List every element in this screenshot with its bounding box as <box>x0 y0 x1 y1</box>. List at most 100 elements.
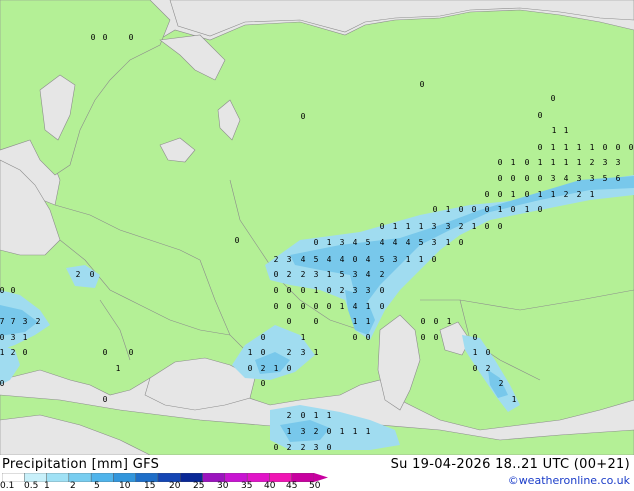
precip-value-label: 4 <box>366 270 371 279</box>
precip-value-label: 0 <box>603 143 608 152</box>
precip-value-label: 0 <box>380 286 385 295</box>
precip-value-label: 0 <box>538 143 543 152</box>
precip-value-label: 0 <box>459 205 464 214</box>
precip-value-label: 3 <box>314 443 319 452</box>
precip-value-label: 1 <box>287 427 292 436</box>
precip-value-label: 2 <box>301 443 306 452</box>
precip-value-label: 0 <box>274 270 279 279</box>
precip-value-label: 0 <box>0 333 5 342</box>
precip-value-label: 1 <box>551 143 556 152</box>
precip-value-label: 5 <box>314 255 319 264</box>
precip-value-label: 1 <box>551 190 556 199</box>
precip-value-label: 0 <box>538 111 543 120</box>
precip-value-label: 3 <box>551 174 556 183</box>
precip-value-label: 0 <box>485 205 490 214</box>
valid-time: Su 19-04-2026 18..21 UTC (00+21) <box>390 457 630 472</box>
precip-value-label: 0 <box>103 348 108 357</box>
precip-value-label: 0 <box>616 143 621 152</box>
precip-value-label: 2 <box>380 270 385 279</box>
precip-value-label: 1 <box>366 427 371 436</box>
precip-value-label: 0 <box>498 222 503 231</box>
precip-value-label: 0 <box>287 302 292 311</box>
precip-value-label: 5 <box>380 255 385 264</box>
precip-value-label: 1 <box>0 348 5 357</box>
precip-value-label: 0 <box>433 205 438 214</box>
precip-value-label: 0 <box>434 317 439 326</box>
precip-value-label: 0 <box>459 238 464 247</box>
precip-value-label: 1 <box>366 302 371 311</box>
precip-value-label: 3 <box>432 238 437 247</box>
precip-value-label: 0 <box>235 236 240 245</box>
precip-value-label: 1 <box>577 158 582 167</box>
footer-bar: Precipitation [mm] GFS Su 19-04-2026 18.… <box>0 455 634 491</box>
precip-value-label: 1 <box>314 411 319 420</box>
precip-value-label: 1 <box>248 348 253 357</box>
precip-value-label: 0 <box>380 302 385 311</box>
precip-value-label: 1 <box>473 348 478 357</box>
precip-value-label: 7 <box>0 317 5 326</box>
precip-value-label: 0 <box>248 364 253 373</box>
precip-value-label: 2 <box>36 317 41 326</box>
precip-value-label: 0 <box>103 395 108 404</box>
precip-value-label: 1 <box>446 238 451 247</box>
precip-value-label: 1 <box>564 126 569 135</box>
precip-value-label: 1 <box>406 255 411 264</box>
precip-value-label: 0 <box>301 286 306 295</box>
precip-value-label: 0 <box>90 270 95 279</box>
precip-value-label: 1 <box>23 333 28 342</box>
precip-value-label: 1 <box>419 222 424 231</box>
precip-value-label: 2 <box>76 270 81 279</box>
precip-value-label: 4 <box>340 255 345 264</box>
precip-value-label: 1 <box>301 333 306 342</box>
precip-value-label: 2 <box>340 286 345 295</box>
precip-value-label: 2 <box>11 348 16 357</box>
precip-value-label: 2 <box>301 270 306 279</box>
precip-value-label: 1 <box>564 158 569 167</box>
precip-value-label: 0 <box>380 222 385 231</box>
precip-value-label: 1 <box>551 158 556 167</box>
precip-value-label: 0 <box>314 317 319 326</box>
precip-value-label: 4 <box>353 238 358 247</box>
product-title: Precipitation [mm] GFS <box>2 457 160 472</box>
precip-value-label: 1 <box>525 205 530 214</box>
precip-value-label: 0 <box>327 302 332 311</box>
precip-value-label: 1 <box>314 348 319 357</box>
precip-value-label: 4 <box>380 238 385 247</box>
precip-value-label: 0 <box>274 286 279 295</box>
precip-value-label: 1 <box>538 190 543 199</box>
precip-value-label: 0 <box>91 33 96 42</box>
legend-swatch <box>46 473 70 482</box>
precip-value-label: 0 <box>314 302 319 311</box>
precip-value-label: 1 <box>511 158 516 167</box>
precip-value-label: 0 <box>11 286 16 295</box>
precip-value-label: 0 <box>421 333 426 342</box>
precip-value-label: 3 <box>393 255 398 264</box>
precip-value-label: 0 <box>473 333 478 342</box>
precip-value-label: 1 <box>406 222 411 231</box>
precip-value-label: 3 <box>446 222 451 231</box>
precip-value-label: 0 <box>353 255 358 264</box>
precip-value-label: 2 <box>564 190 569 199</box>
precipitation-map: 0 0 000001 10 1 1 1 1 0 0 00 1 0 1 1 1 1 2 3 30 0 0 0 3 4 3 3 5 60 0 1… <box>0 0 634 455</box>
precip-value-label: 2 <box>459 222 464 231</box>
precip-value-label: 4 <box>406 238 411 247</box>
precip-value-label: 1 <box>538 158 543 167</box>
precip-value-label: 3 <box>366 286 371 295</box>
precip-value-label: 0 <box>366 333 371 342</box>
precip-value-label: 4 <box>393 238 398 247</box>
precip-value-label: 0 <box>538 174 543 183</box>
precip-value-label: 0 <box>261 348 266 357</box>
precip-value-label: 0 <box>261 333 266 342</box>
precip-value-label: 0 <box>485 190 490 199</box>
precip-value-label: 1 <box>498 205 503 214</box>
precip-value-label: 6 <box>616 174 621 183</box>
precip-value-label: 0 <box>0 379 5 388</box>
precip-value-label: 1 <box>512 395 517 404</box>
precip-value-label: 7 <box>11 317 16 326</box>
precip-value-label: 3 <box>340 238 345 247</box>
precip-value-label: 4 <box>327 255 332 264</box>
precip-value-label: 1 <box>446 205 451 214</box>
precip-value-label: 0 <box>525 158 530 167</box>
precip-value-label: 2 <box>287 411 292 420</box>
credit-link[interactable]: ©weatheronline.co.uk <box>508 474 630 487</box>
